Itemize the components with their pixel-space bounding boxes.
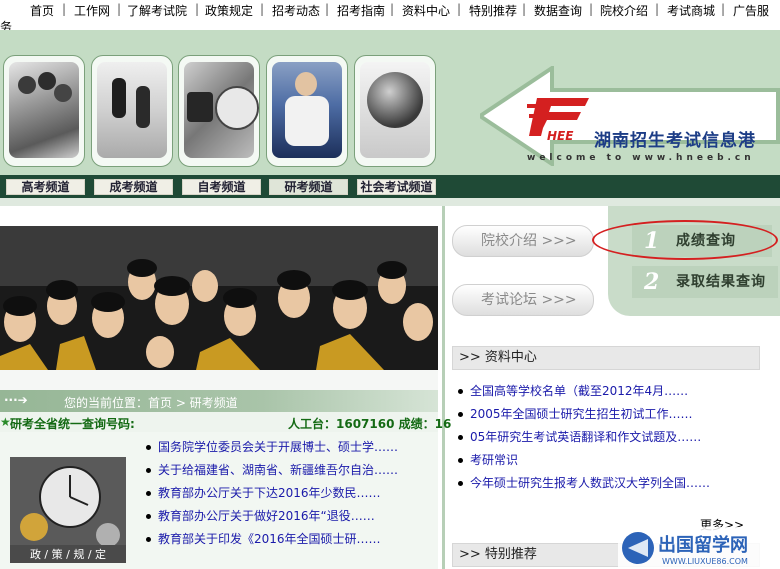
info-label: 研考全省统一查询号码: — [10, 417, 135, 431]
highlight-circle — [592, 220, 778, 260]
nav-separator: | — [522, 2, 527, 16]
breadcrumb-text: 您的当前位置：首页 > 研考频道 — [64, 396, 238, 410]
tab-yankao[interactable]: 研考频道 — [269, 179, 348, 195]
nav-separator: | — [195, 2, 200, 16]
tab-shehui[interactable]: 社会考试频道 — [357, 179, 436, 195]
header-banner: HEE 湖南招生考试信息港 welcome to www.hneeb.cn — [0, 30, 780, 175]
nav-shop[interactable]: 考试商城 — [667, 2, 715, 18]
photo-gap — [0, 370, 438, 390]
tab-chengkao[interactable]: 成考频道 — [94, 179, 173, 195]
top-nav: 首页 | 工作网 | 了解考试院 | 政策规定 | 招考动态 | 招考指南 | … — [0, 0, 780, 18]
policy-image[interactable]: 政 / 策 / 规 / 定 — [10, 457, 126, 563]
nav-work[interactable]: 工作网 — [74, 2, 110, 18]
nav-news[interactable]: 招考动态 — [272, 2, 320, 18]
nav-separator: | — [260, 2, 265, 16]
policy-caption: 政 / 策 / 规 / 定 — [30, 547, 106, 561]
nav-separator: | — [721, 2, 726, 16]
admission-query-number: 2 — [644, 269, 660, 295]
banner-photo-professional — [266, 55, 348, 167]
tab-zikao[interactable]: 自考频道 — [182, 179, 261, 195]
channel-bar: 高考频道 成考频道 自考频道 研考频道 社会考试频道 — [0, 175, 780, 198]
data-center-header: >> 资料中心 — [452, 346, 760, 370]
nav-query[interactable]: 数据查询 — [534, 2, 582, 18]
service-number: 人工台：1607160 成绩：16 — [288, 417, 452, 431]
watermark-url: WWW.LIUXUE86.COM — [662, 557, 748, 566]
breadcrumb: ···➔ 您的当前位置：首页 > 研考频道 — [0, 390, 438, 412]
breadcrumb-arrow-icon: ···➔ — [4, 393, 28, 407]
nav-schools[interactable]: 院校介绍 — [600, 2, 648, 18]
admission-query-button[interactable]: 2 录取结果查询 — [632, 266, 778, 298]
data-center-list: 全国高等学校名单（截至2012年4月…… 2005年全国硕士研究生招生初试工作…… — [458, 380, 710, 495]
nav-separator: | — [117, 2, 122, 16]
nav-ads[interactable]: 广告服 — [733, 2, 769, 18]
graduates-photo — [0, 226, 438, 370]
admission-query-label: 录取结果查询 — [676, 274, 766, 290]
nav-about[interactable]: 了解考试院 — [127, 2, 187, 18]
nav-separator: | — [62, 2, 67, 16]
school-intro-button[interactable]: 院校介绍 >>> — [452, 225, 594, 257]
banner-photo-clock — [178, 55, 260, 167]
liuxue86-watermark: 出国留学网 WWW.LIUXUE86.COM — [618, 527, 780, 569]
site-subtitle: welcome to www.hneeb.cn — [527, 153, 755, 163]
exam-forum-button[interactable]: 考试论坛 >>> — [452, 284, 594, 316]
banner-photo-globe — [354, 55, 436, 167]
nav-policy[interactable]: 政策规定 — [205, 2, 253, 18]
banner-arrow-graphic — [480, 66, 780, 166]
site-title: 湖南招生考试信息港 — [594, 131, 756, 151]
channel-bar-shadow — [0, 198, 780, 206]
list-item[interactable]: 今年硕士研究生报考人数武汉大学列全国…… — [458, 472, 710, 495]
news-item[interactable]: 教育部关于印发《2016年全国硕士研…… — [146, 528, 398, 551]
news-list: 国务院学位委员会关于开展博士、硕士学…… 关于给福建省、湖南省、新疆维吾尔自治…… — [146, 436, 398, 551]
banner-photo-business — [91, 55, 173, 167]
list-item[interactable]: 全国高等学校名单（截至2012年4月…… — [458, 380, 710, 403]
nav-separator: | — [457, 2, 462, 16]
nav-separator: | — [390, 2, 395, 16]
news-item[interactable]: 国务院学位委员会关于开展博士、硕士学…… — [146, 436, 398, 459]
nav-separator: | — [589, 2, 594, 16]
banner-photo-group — [3, 55, 85, 167]
list-item[interactable]: 05年研究生考试英语翻译和作文试题及…… — [458, 426, 710, 449]
logo-mark-text: HEE — [547, 129, 574, 142]
nav-data-center[interactable]: 资料中心 — [402, 2, 450, 18]
nav-separator: | — [325, 2, 330, 16]
nav-separator: | — [655, 2, 660, 16]
list-item[interactable]: 2005年全国硕士研究生招生初试工作…… — [458, 403, 710, 426]
news-item[interactable]: 教育部办公厅关于做好2016年“退役…… — [146, 505, 398, 528]
news-item[interactable]: 教育部办公厅关于下达2016年少数民…… — [146, 482, 398, 505]
nav-guide[interactable]: 招考指南 — [337, 2, 385, 18]
list-item[interactable]: 考研常识 — [458, 449, 710, 472]
info-bar: ★ 研考全省统一查询号码: 人工台：1607160 成绩：16 — [0, 412, 451, 432]
nav-recommend[interactable]: 特别推荐 — [469, 2, 517, 18]
hee-logo: HEE — [527, 98, 589, 142]
nav-home[interactable]: 首页 — [30, 2, 54, 18]
watermark-title: 出国留学网 — [658, 534, 748, 556]
news-item[interactable]: 关于给福建省、湖南省、新疆维吾尔自治…… — [146, 459, 398, 482]
tab-gaokao[interactable]: 高考频道 — [6, 179, 85, 195]
